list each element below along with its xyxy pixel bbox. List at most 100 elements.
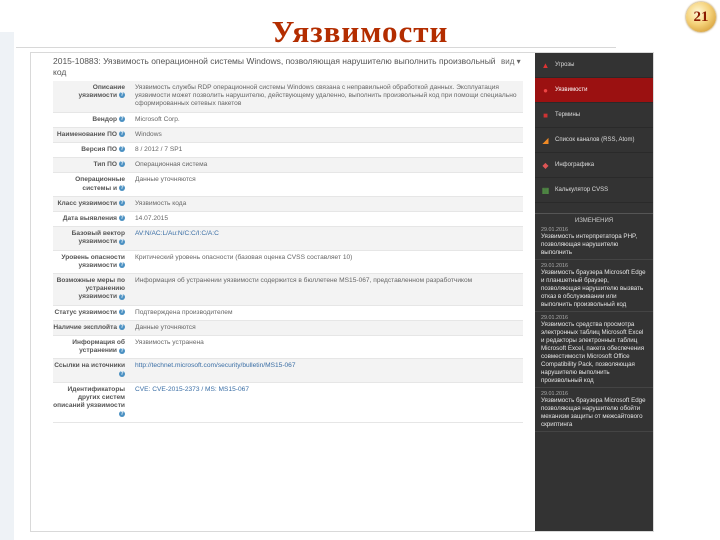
- row-value: Уязвимость кода: [135, 199, 187, 207]
- change-text[interactable]: Уязвимость средства просмотра электронны…: [541, 321, 647, 385]
- help-icon[interactable]: ?: [119, 92, 125, 99]
- table-row: Базовый вектор уязвимости? AV:N/AC:L/Au:N…: [53, 227, 523, 251]
- row-label-text: Вендор: [92, 115, 117, 123]
- row-label: Информация об устранении?: [53, 336, 127, 358]
- row-label: Базовый вектор уязвимости?: [53, 227, 127, 249]
- change-item[interactable]: 29.01.2016 Уязвимость браузера Microsoft …: [535, 260, 653, 312]
- sidebar-item[interactable]: ▦ Калькулятор CVSS: [535, 178, 653, 203]
- help-icon[interactable]: ?: [119, 238, 125, 245]
- row-label: Статус уязвимости?: [53, 306, 127, 320]
- table-row: Информация об устранении? Уязвимость устр…: [53, 336, 523, 360]
- row-value: Данные уточняются: [135, 176, 196, 184]
- row-label: Тип ПО?: [53, 158, 127, 172]
- sidebar-item[interactable]: ■ Термины: [535, 103, 653, 128]
- help-icon[interactable]: ?: [119, 347, 125, 354]
- vulnerability-title: 2015-10883: Уязвимость операционной сист…: [53, 56, 499, 78]
- table-row: Статус уязвимости? Подтверждена производи…: [53, 306, 523, 321]
- row-label: Описание уязвимости?: [53, 81, 127, 112]
- row-value: Данные уточняются: [135, 323, 196, 331]
- slide-title: Уязвимости: [271, 14, 449, 49]
- row-label-text: Ссылки на источники: [54, 362, 125, 370]
- table-row: Тип ПО? Операционная система: [53, 158, 523, 174]
- row-label-text: Тип ПО: [93, 161, 117, 169]
- table-row: Класс уязвимости? Уязвимость кода: [53, 196, 523, 213]
- chart-icon: ◆: [542, 160, 549, 170]
- sidebar-item[interactable]: ▲ Угрозы: [535, 53, 653, 78]
- help-icon[interactable]: ?: [119, 146, 125, 153]
- help-icon[interactable]: ?: [119, 308, 125, 315]
- screenshot-frame: 2015-10883: Уязвимость операционной сист…: [30, 52, 654, 532]
- change-item[interactable]: 29.01.2016 Уязвимость интерпретатора PHP,…: [535, 224, 653, 260]
- table-row: Наименование ПО? Windows: [53, 127, 523, 144]
- row-label: Уровень опасности уязвимости?: [53, 251, 127, 273]
- row-value: Критический уровень опасности (базовая о…: [135, 253, 353, 261]
- row-label-text: Дата выявления: [62, 215, 117, 223]
- row-label: Ссылки на источники?: [53, 359, 127, 381]
- help-icon[interactable]: ?: [119, 370, 125, 377]
- row-value[interactable]: AV:N/AC:L/Au:N/C:C/I:C/A:C: [127, 227, 523, 249]
- row-value: Подтверждена производителем: [135, 308, 233, 316]
- row-label: Наличие эксплойта?: [53, 321, 127, 335]
- row-value: Уязвимость устранена: [135, 339, 204, 347]
- table-row: Операционные системы и? Данные уточняются: [53, 173, 523, 197]
- vulnerability-title-text: 2015-10883: Уязвимость операционной сист…: [53, 56, 496, 77]
- row-label-text: Операционные системы и: [75, 176, 125, 192]
- row-label-text: Наличие эксплойта: [53, 323, 117, 331]
- bug-icon: ●: [543, 85, 548, 95]
- sidebar-item-label: Инфографика: [555, 162, 595, 168]
- row-label: Вендор?: [53, 113, 127, 127]
- row-label: Наименование ПО?: [53, 128, 127, 142]
- help-icon[interactable]: ?: [119, 115, 125, 122]
- change-item[interactable]: 29.01.2016 Уязвимость средства просмотра …: [535, 312, 653, 388]
- change-text[interactable]: Уязвимость браузера Microsoft Edge и пла…: [541, 269, 647, 309]
- sidebar-item-label: Уязвимости: [555, 87, 588, 93]
- sidebar-item[interactable]: ◆ Инфографика: [535, 153, 653, 178]
- help-icon[interactable]: ?: [119, 293, 125, 300]
- sidebar-item[interactable]: ● Уязвимости: [535, 78, 653, 103]
- row-value: Операционная система: [135, 161, 208, 169]
- row-label: Класс уязвимости?: [53, 197, 127, 211]
- vulnerability-detail: 2015-10883: Уязвимость операционной сист…: [31, 53, 523, 531]
- sidebar-item-label: Термины: [555, 112, 581, 118]
- help-icon[interactable]: ?: [119, 200, 125, 207]
- table-row: Версия ПО? 8 / 2012 / 7 SP1: [53, 143, 523, 159]
- table-row: Ссылки на источники? http://technet.micro…: [53, 359, 523, 383]
- page-number-badge: 21: [686, 2, 716, 32]
- help-icon[interactable]: ?: [119, 184, 125, 191]
- row-label-text: Базовый вектор уязвимости: [71, 230, 125, 246]
- row-value: Уязвимость службы RDP операционной систе…: [135, 84, 517, 108]
- change-text[interactable]: Уязвимость браузера Microsoft Edge позво…: [541, 397, 647, 429]
- row-value: 8 / 2012 / 7 SP1: [135, 146, 183, 154]
- help-icon[interactable]: ?: [119, 215, 125, 222]
- row-label: Возможные меры по устранению уязвимости?: [53, 274, 127, 305]
- view-dropdown[interactable]: вид ▾: [501, 57, 521, 66]
- book-icon: ■: [543, 110, 548, 120]
- row-label-text: Класс уязвимости: [57, 199, 117, 207]
- help-icon[interactable]: ?: [119, 324, 125, 331]
- changes-list: 29.01.2016 Уязвимость интерпретатора PHP,…: [535, 224, 653, 432]
- row-label: Версия ПО?: [53, 143, 127, 157]
- row-label: Идентификаторы других систем описаний уя…: [53, 383, 127, 422]
- sidebar-item-label: Список каналов (RSS, Atom): [555, 137, 635, 143]
- help-icon[interactable]: ?: [119, 410, 125, 417]
- help-icon[interactable]: ?: [119, 131, 125, 138]
- help-icon[interactable]: ?: [119, 262, 125, 269]
- sidebar-item[interactable]: ◢ Список каналов (RSS, Atom): [535, 128, 653, 153]
- rss-icon: ◢: [542, 135, 549, 145]
- left-strip: [0, 32, 14, 540]
- table-row: Вендор? Microsoft Corp.: [53, 113, 523, 128]
- help-icon[interactable]: ?: [119, 161, 125, 168]
- table-row: Дата выявления? 14.07.2015: [53, 212, 523, 228]
- change-item[interactable]: 29.01.2016 Уязвимость браузера Microsoft …: [535, 388, 653, 432]
- row-value[interactable]: http://technet.microsoft.com/security/bu…: [127, 359, 523, 381]
- row-value[interactable]: CVE: CVE-2015-2373 / MS: MS15-067: [127, 383, 523, 422]
- change-text[interactable]: Уязвимость интерпретатора PHP, позволяющ…: [541, 233, 647, 257]
- table-row: Возможные меры по устранению уязвимости?…: [53, 274, 523, 306]
- detail-table: Описание уязвимости? Уязвимость службы RD…: [53, 81, 523, 423]
- sidebar-menu: ▲ Угрозы ● Уязвимости ■ Термины ◢ Список канало…: [535, 53, 653, 203]
- warning-icon: ▲: [541, 60, 550, 70]
- sidebar-item-label: Угрозы: [555, 62, 575, 68]
- changes-heading: ИЗМЕНЕНИЯ: [535, 213, 653, 224]
- row-label-text: Идентификаторы других систем описаний уя…: [53, 385, 125, 410]
- row-label: Операционные системы и?: [53, 173, 127, 195]
